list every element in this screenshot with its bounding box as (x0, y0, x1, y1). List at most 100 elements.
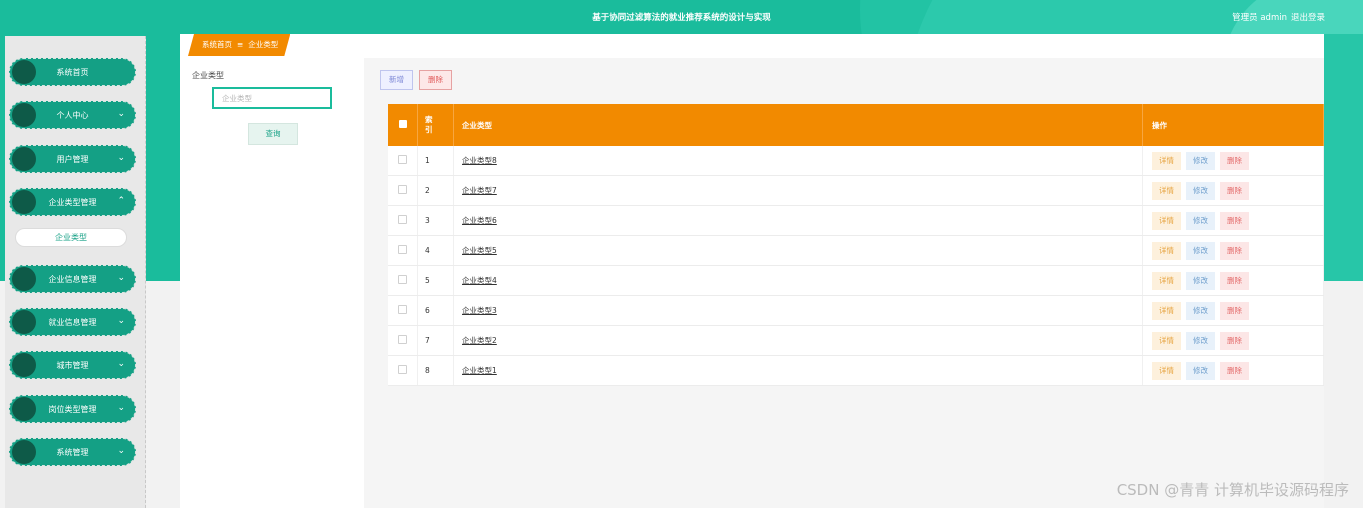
watermark-text: CSDN @青青 计算机毕设源码程序 (1116, 481, 1349, 499)
batch-delete-button[interactable]: 删除 (419, 70, 452, 90)
row-company-type-link[interactable]: 企业类型6 (462, 216, 497, 225)
sidebar-item-label: 企业信息管理 (48, 275, 97, 284)
row-company-type-link[interactable]: 企业类型7 (462, 186, 497, 195)
detail-button[interactable]: 详情 (1152, 271, 1181, 290)
delete-button[interactable]: 删除 (1220, 151, 1249, 170)
chevron-down-icon: ⌄ (117, 153, 125, 163)
company-type-search-input[interactable] (212, 87, 332, 109)
row-index: 7 (417, 325, 454, 356)
row-index: 1 (417, 146, 454, 176)
column-header-index: 索引 (417, 104, 454, 146)
row-name-cell: 企业类型4 (453, 265, 1143, 296)
detail-button[interactable]: 详情 (1152, 181, 1181, 200)
sidebar-item-system-management[interactable]: 系统管理 ⌄ (9, 438, 136, 466)
sidebar-item-label: 个人中心 (56, 111, 89, 120)
table-row: 3 企业类型6 详情 修改 删除 (388, 205, 1324, 236)
row-actions: 详情 修改 删除 (1142, 235, 1324, 266)
delete-button[interactable]: 删除 (1220, 211, 1249, 230)
select-all-checkbox[interactable] (398, 120, 407, 128)
table-row: 5 企业类型4 详情 修改 删除 (388, 265, 1324, 296)
delete-button[interactable]: 删除 (1220, 271, 1249, 290)
detail-button[interactable]: 详情 (1152, 241, 1181, 260)
add-button[interactable]: 新增 (380, 70, 413, 90)
sidebar: 系统首页 个人中心 ⌄ 用户管理 ⌄ 企业类型管理 ⌃ 企业类型 企业信息管理 … (5, 36, 146, 508)
logout-link[interactable]: 退出登录 (1291, 13, 1325, 23)
sidebar-item-label: 就业信息管理 (48, 318, 97, 327)
sidebar-item-city-management[interactable]: 城市管理 ⌄ (9, 351, 136, 379)
breadcrumb-home[interactable]: 系统首页 (202, 40, 232, 49)
row-checkbox[interactable] (398, 245, 407, 254)
row-company-type-link[interactable]: 企业类型2 (462, 336, 497, 345)
delete-button[interactable]: 删除 (1220, 331, 1249, 350)
row-select-cell (388, 175, 418, 206)
user-area: 管理员 admin 退出登录 (1228, 11, 1325, 23)
search-button[interactable]: 查询 (248, 123, 298, 145)
sidebar-item-position-type-management[interactable]: 岗位类型管理 ⌄ (9, 395, 136, 423)
delete-button[interactable]: 删除 (1220, 361, 1249, 380)
edit-button[interactable]: 修改 (1186, 241, 1215, 260)
row-index: 3 (417, 205, 454, 236)
row-name-cell: 企业类型8 (453, 146, 1143, 176)
sidebar-item-user-management[interactable]: 用户管理 ⌄ (9, 145, 136, 173)
chevron-down-icon: ⌄ (117, 446, 125, 456)
edit-button[interactable]: 修改 (1186, 301, 1215, 320)
row-actions: 详情 修改 删除 (1142, 355, 1324, 386)
breadcrumb-current: 企业类型 (248, 40, 279, 49)
edit-button[interactable]: 修改 (1186, 271, 1215, 290)
detail-button[interactable]: 详情 (1152, 151, 1181, 170)
edit-button[interactable]: 修改 (1186, 361, 1215, 380)
edit-button[interactable]: 修改 (1186, 211, 1215, 230)
sidebar-item-employment-info-management[interactable]: 就业信息管理 ⌄ (9, 308, 136, 336)
row-checkbox[interactable] (398, 215, 407, 224)
sidebar-subitem-company-type[interactable]: 企业类型 (15, 228, 127, 247)
sidebar-item-home[interactable]: 系统首页 (9, 58, 136, 86)
row-company-type-link[interactable]: 企业类型8 (462, 156, 497, 165)
detail-button[interactable]: 详情 (1152, 211, 1181, 230)
column-header-actions: 操作 (1142, 104, 1324, 146)
row-checkbox[interactable] (398, 155, 407, 164)
detail-button[interactable]: 详情 (1152, 361, 1181, 380)
delete-button[interactable]: 删除 (1220, 181, 1249, 200)
table-row: 4 企业类型5 详情 修改 删除 (388, 235, 1324, 266)
row-name-cell: 企业类型3 (453, 295, 1143, 326)
edit-button[interactable]: 修改 (1186, 151, 1215, 170)
row-company-type-link[interactable]: 企业类型3 (462, 306, 497, 315)
chevron-down-icon: ⌄ (117, 316, 125, 326)
table-row: 7 企业类型2 详情 修改 删除 (388, 325, 1324, 356)
row-name-cell: 企业类型2 (453, 325, 1143, 356)
sidebar-item-company-type-management[interactable]: 企业类型管理 ⌃ (9, 188, 136, 216)
row-company-type-link[interactable]: 企业类型5 (462, 246, 497, 255)
top-header: 基于协同过滤算法的就业推荐系统的设计与实现 管理员 admin 退出登录 (0, 0, 1363, 34)
chevron-down-icon: ⌄ (117, 273, 125, 283)
edit-button[interactable]: 修改 (1186, 331, 1215, 350)
row-checkbox[interactable] (398, 365, 407, 374)
row-checkbox[interactable] (398, 335, 407, 344)
sidebar-item-label: 系统管理 (56, 448, 89, 457)
chevron-down-icon: ⌄ (117, 359, 125, 369)
sidebar-item-label: 岗位类型管理 (48, 405, 97, 414)
row-company-type-link[interactable]: 企业类型4 (462, 276, 497, 285)
delete-button[interactable]: 删除 (1220, 301, 1249, 320)
row-checkbox[interactable] (398, 275, 407, 284)
edit-button[interactable]: 修改 (1186, 181, 1215, 200)
row-checkbox[interactable] (398, 185, 407, 194)
delete-button[interactable]: 删除 (1220, 241, 1249, 260)
row-company-type-link[interactable]: 企业类型1 (462, 366, 497, 375)
user-label: 管理员 admin (1232, 13, 1287, 23)
detail-button[interactable]: 详情 (1152, 301, 1181, 320)
detail-button[interactable]: 详情 (1152, 331, 1181, 350)
sidebar-item-company-info-management[interactable]: 企业信息管理 ⌄ (9, 265, 136, 293)
row-index: 8 (417, 355, 454, 386)
table-row: 2 企业类型7 详情 修改 删除 (388, 175, 1324, 206)
table-body: 1 企业类型8 详情 修改 删除 2 企业类型7 详情 修改 删除 3 企业类型6 详情 修改 删除 4 企业类… (388, 146, 1324, 386)
row-actions: 详情 修改 删除 (1142, 146, 1324, 176)
row-actions: 详情 修改 删除 (1142, 295, 1324, 326)
row-index: 2 (417, 175, 454, 206)
sidebar-item-label: 企业类型管理 (48, 198, 97, 207)
select-all-cell (388, 104, 418, 146)
sidebar-item-label: 系统首页 (56, 68, 89, 77)
chevron-up-icon: ⌃ (117, 196, 125, 206)
row-checkbox[interactable] (398, 305, 407, 314)
row-select-cell (388, 146, 418, 176)
sidebar-item-personal-center[interactable]: 个人中心 ⌄ (9, 101, 136, 129)
